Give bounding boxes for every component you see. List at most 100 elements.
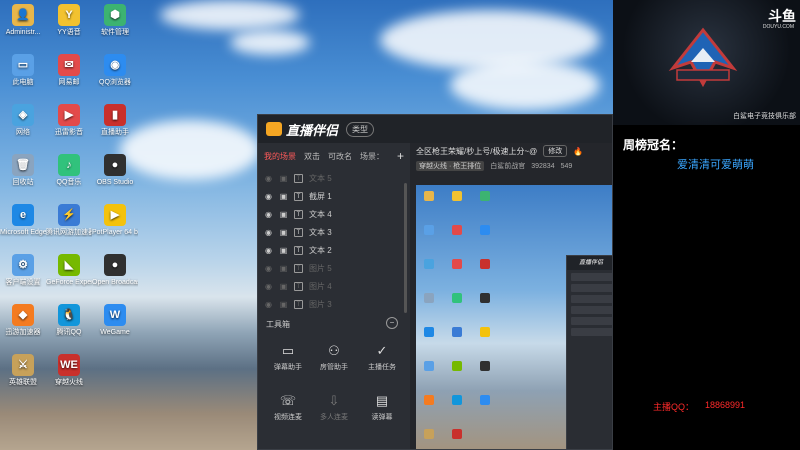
tool-button[interactable]: ▤ 读弹幕: [358, 393, 406, 422]
preview-app-icon: [452, 327, 462, 337]
tab-scene[interactable]: 场景：: [360, 151, 384, 162]
app-icon: e: [12, 204, 34, 226]
eye-icon[interactable]: ◉: [264, 228, 273, 237]
tool-button[interactable]: ✓ 主播任务: [358, 343, 406, 372]
category-tag[interactable]: 穿越火线 · 枪王排位: [416, 161, 485, 171]
layer-row[interactable]: ◉ ▣ T 文本 2: [258, 241, 410, 259]
desktop-icon[interactable]: ⚡ 腾讯网游加速器: [46, 204, 92, 237]
app-titlebar: 直播伴侣 类型: [258, 115, 612, 143]
stream-overlay-panel: 斗鱼 DOUYU.COM 白鲨电子竞技俱乐部 周榜冠名： 爱清清可爱萌萌 主播Q…: [613, 0, 800, 450]
layer-type-icon: T: [294, 245, 303, 255]
eye-icon[interactable]: ◉: [264, 246, 273, 255]
desktop-icon[interactable]: ◣ GeForce Experience: [46, 254, 92, 287]
desktop-icon[interactable]: ◉ QQ浏览器: [92, 54, 138, 87]
desktop-icon-label: 直播助手: [101, 129, 129, 136]
desktop-icon[interactable]: WE 穿越火线: [46, 354, 92, 387]
app-icon: ♪: [58, 154, 80, 176]
app-icon: ▭: [12, 54, 34, 76]
desktop-icon[interactable]: ▶ PotPlayer 64 bit: [92, 204, 138, 237]
layer-name: 文本 3: [309, 227, 332, 237]
layer-row[interactable]: ◉ ▣ T 图片 4: [258, 277, 410, 295]
desktop-icon-label: 软件管理: [101, 29, 129, 36]
lock-icon[interactable]: ▣: [279, 300, 288, 309]
desktop-icon[interactable]: ⚔ 英雄联盟: [0, 354, 46, 387]
tool-button[interactable]: ☏ 视频连麦: [264, 393, 312, 422]
tab-double-click[interactable]: 双击: [304, 151, 320, 162]
layer-row[interactable]: ◉ ▣ T 文本 5: [258, 169, 410, 187]
desktop-icon[interactable]: ▮ 直播助手: [92, 104, 138, 137]
layer-row[interactable]: ◉ ▣ T 图片 3: [258, 295, 410, 313]
lock-icon[interactable]: ▣: [279, 246, 288, 255]
cloud: [160, 0, 300, 30]
preview-app-icon: [424, 395, 434, 405]
lock-icon[interactable]: ▣: [279, 210, 288, 219]
app-logo-icon: [266, 122, 282, 136]
edit-title-button[interactable]: 修改: [543, 145, 568, 157]
eye-icon[interactable]: ◉: [264, 174, 273, 183]
type-badge[interactable]: 类型: [346, 121, 375, 137]
layer-row[interactable]: ◉ ▣ T 截屏 1: [258, 187, 410, 205]
eye-icon[interactable]: ◉: [264, 300, 273, 309]
layer-type-icon: T: [294, 191, 303, 201]
desktop-icon[interactable]: 🐧 腾讯QQ: [46, 304, 92, 337]
desktop-icon[interactable]: 👤 Administr...: [0, 4, 46, 37]
eye-icon[interactable]: ◉: [264, 210, 273, 219]
app-icon: ▶: [104, 204, 126, 226]
add-scene-button[interactable]: +: [397, 149, 404, 163]
weekly-sponsor-label: 周榜冠名：: [623, 138, 684, 152]
preview-app-icon: [480, 225, 490, 235]
lock-icon[interactable]: ▣: [279, 192, 288, 201]
desktop-icon[interactable]: ✉ 网易邮: [46, 54, 92, 87]
app-title: 直播伴侣: [286, 122, 339, 138]
cloud: [120, 120, 260, 180]
tool-button[interactable]: ▭ 弹幕助手: [264, 343, 312, 372]
tab-rename[interactable]: 可改名: [328, 151, 352, 162]
desktop-icon[interactable]: Y YY语音: [46, 4, 92, 37]
lock-icon[interactable]: ▣: [279, 264, 288, 273]
desktop-icon[interactable]: ▭ 此电脑: [0, 54, 46, 87]
desktop-icon[interactable]: ▶ 迅雷影音: [46, 104, 92, 137]
desktop-icon[interactable]: e Microsoft Edge: [0, 204, 46, 237]
club-caption: 白鲨电子竞技俱乐部: [733, 113, 796, 120]
desktop-icon-label: GeForce Experience: [46, 279, 92, 286]
layer-row[interactable]: ◉ ▣ T 文本 3: [258, 223, 410, 241]
desktop-icon[interactable]: ⚙ 客户端设置: [0, 254, 46, 287]
lock-icon[interactable]: ▣: [279, 282, 288, 291]
desktop-icon[interactable]: W WeGame: [92, 304, 138, 337]
tab-my-scenes[interactable]: 我的场景: [264, 151, 296, 162]
preview-app-icon: [480, 191, 490, 201]
app-icon: ●: [104, 154, 126, 176]
preview-app-icon: [424, 259, 434, 269]
eye-icon[interactable]: ◉: [264, 192, 273, 201]
eye-icon[interactable]: ◉: [264, 264, 273, 273]
layer-row[interactable]: ◉ ▣ T 文本 4: [258, 205, 410, 223]
lock-icon[interactable]: ▣: [279, 174, 288, 183]
preview-app-icon: [424, 293, 434, 303]
desktop-icon[interactable]: ⬢ 软件管理: [92, 4, 138, 37]
desktop-icon[interactable]: ♪ QQ音乐: [46, 154, 92, 187]
tool-icon: ⚇: [328, 343, 340, 358]
desktop-icon[interactable]: ● Open Broadcast...: [92, 254, 138, 287]
preview-app-icon: [452, 225, 462, 235]
desktop-icon-label: QQ浏览器: [99, 79, 131, 86]
platform-logo: 斗鱼: [768, 8, 796, 24]
desktop-icon-label: Administr...: [5, 29, 41, 36]
desktop-icon-label: 迅游加速器: [5, 329, 41, 336]
tool-button[interactable]: ⇩ 多人连麦: [310, 393, 358, 422]
collapse-icon[interactable]: −: [386, 317, 398, 329]
tool-label: 多人连麦: [320, 414, 348, 421]
tool-button[interactable]: ⚇ 房管助手: [310, 343, 358, 372]
desktop-icon[interactable]: ◆ 迅游加速器: [0, 304, 46, 337]
layer-scrollbar[interactable]: [404, 183, 407, 313]
streamer-qq-label: 主播QQ：: [653, 402, 695, 412]
desktop-icon[interactable]: 🗑 回收站: [0, 154, 46, 187]
tool-icon: ⇩: [328, 393, 340, 408]
desktop-icon-label: YY语音: [57, 29, 81, 36]
category-name: 白鲨前战官: [490, 163, 526, 170]
layer-row[interactable]: ◉ ▣ T 图片 5: [258, 259, 410, 277]
desktop-icon-label: 网易邮: [58, 79, 80, 86]
eye-icon[interactable]: ◉: [264, 282, 273, 291]
lock-icon[interactable]: ▣: [279, 228, 288, 237]
desktop-icon[interactable]: ● OBS Studio: [92, 154, 138, 187]
desktop-icon[interactable]: ◈ 网络: [0, 104, 46, 137]
